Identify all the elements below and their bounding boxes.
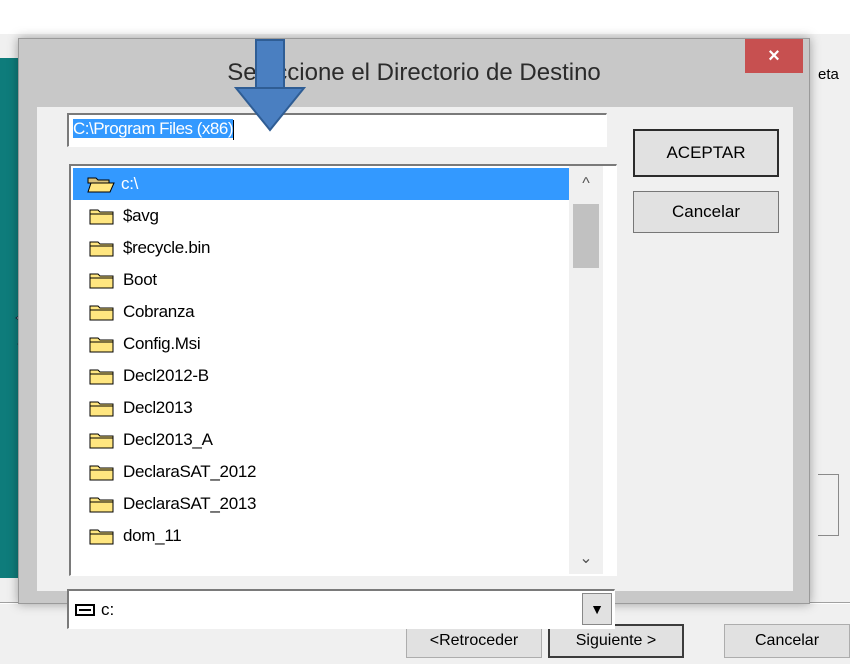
folder-row[interactable]: $recycle.bin xyxy=(73,232,569,264)
back-button-label: <Retroceder xyxy=(429,632,519,649)
path-input-value: C:\Program Files (x86) xyxy=(73,119,233,138)
folder-icon xyxy=(89,303,117,321)
chevron-down-icon[interactable]: ▼ xyxy=(582,593,612,625)
folder-list[interactable]: c:\ $avg $recycle.bin Boot Cobranza Config.Ms… xyxy=(69,164,617,576)
scroll-down-icon[interactable]: ⌄ xyxy=(569,542,603,574)
folder-icon xyxy=(89,239,117,257)
folder-rows: c:\ $avg $recycle.bin Boot Cobranza Config.Ms… xyxy=(73,168,569,552)
folder-row[interactable]: c:\ xyxy=(73,168,569,200)
folder-row[interactable]: dom_11 xyxy=(73,520,569,552)
folder-name: $avg xyxy=(123,206,159,225)
folder-row[interactable]: Config.Msi xyxy=(73,328,569,360)
folder-icon xyxy=(89,271,117,289)
folder-row[interactable]: Decl2012-B xyxy=(73,360,569,392)
folder-name: Cobranza xyxy=(123,302,195,321)
folder-name: Config.Msi xyxy=(123,334,201,353)
folder-icon xyxy=(89,399,117,417)
folder-name: DeclaraSAT_2013 xyxy=(123,494,257,513)
folder-icon xyxy=(89,527,117,545)
folder-row[interactable]: Boot xyxy=(73,264,569,296)
folder-row[interactable]: Cobranza xyxy=(73,296,569,328)
close-icon: × xyxy=(768,44,780,67)
annotation-arrow-icon xyxy=(234,39,306,132)
folder-name: dom_11 xyxy=(123,526,182,545)
dialog-title: Seleccione el Directorio de Destino xyxy=(227,59,601,86)
select-directory-dialog: Seleccione el Directorio de Destino × C:… xyxy=(18,38,810,629)
folder-row[interactable]: DeclaraSAT_2013 xyxy=(73,488,569,520)
drive-select-value: c: xyxy=(101,599,115,619)
folder-icon xyxy=(89,463,117,481)
folder-name: c:\ xyxy=(121,174,139,193)
accept-button[interactable]: ACEPTAR xyxy=(633,129,779,177)
folder-list-scrollbar[interactable]: ^ ⌄ xyxy=(569,166,603,574)
drive-icon xyxy=(75,603,95,616)
folder-row[interactable]: $avg xyxy=(73,200,569,232)
open-folder-icon xyxy=(87,175,115,193)
accept-button-label: ACEPTAR xyxy=(666,143,746,162)
installer-cancel-label: Cancelar xyxy=(754,632,820,649)
path-input[interactable]: C:\Program Files (x86) xyxy=(67,113,607,147)
folder-name: $recycle.bin xyxy=(123,238,211,257)
folder-name: DeclaraSAT_2012 xyxy=(123,462,257,481)
folder-name: Decl2013 xyxy=(123,398,193,417)
folder-row[interactable]: DeclaraSAT_2012 xyxy=(73,456,569,488)
cancel-button-label: Cancelar xyxy=(671,202,741,221)
folder-name: Boot xyxy=(123,270,157,289)
folder-name: Decl2012-B xyxy=(123,366,209,385)
folder-name: Decl2013_A xyxy=(123,430,213,449)
cancel-button[interactable]: Cancelar xyxy=(633,191,779,233)
folder-icon xyxy=(89,431,117,449)
folder-icon xyxy=(89,207,117,225)
folder-icon xyxy=(89,335,117,353)
folder-row[interactable]: Decl2013 xyxy=(73,392,569,424)
installer-partial-text: eta xyxy=(818,66,839,83)
scroll-up-icon[interactable]: ^ xyxy=(569,168,603,200)
close-button[interactable]: × xyxy=(745,39,803,73)
scrollbar-thumb[interactable] xyxy=(573,204,599,268)
next-button-label: Siguiente > xyxy=(575,632,657,649)
dialog-title-bar[interactable]: Seleccione el Directorio de Destino × xyxy=(19,39,809,109)
next-button[interactable]: Siguiente > xyxy=(548,624,684,658)
back-button[interactable]: <Retroceder xyxy=(406,624,542,658)
installer-cancel-button[interactable]: Cancelar xyxy=(724,624,850,658)
drive-select[interactable]: c: ▼ xyxy=(67,589,615,629)
folder-icon xyxy=(89,367,117,385)
folder-icon xyxy=(89,495,117,513)
installer-top-area xyxy=(0,0,850,34)
folder-row[interactable]: Decl2013_A xyxy=(73,424,569,456)
installer-frame xyxy=(818,474,839,536)
